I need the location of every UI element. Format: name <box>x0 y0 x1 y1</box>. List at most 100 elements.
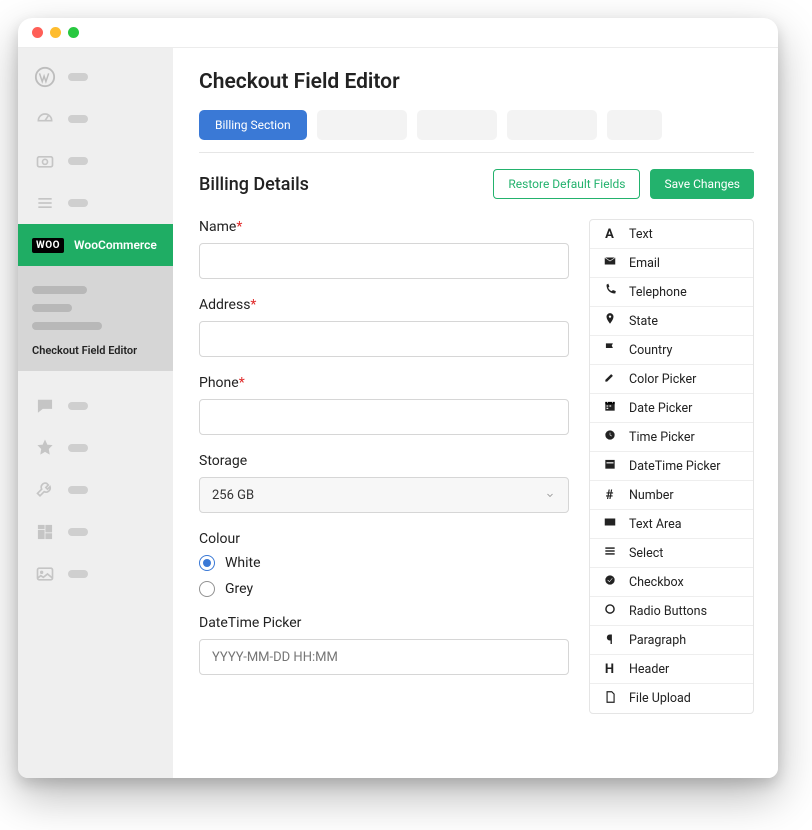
pin-icon <box>602 312 617 330</box>
sidebar-item-comments[interactable] <box>18 385 173 427</box>
field-address: Address* <box>199 297 569 357</box>
tab-placeholder[interactable] <box>317 110 407 140</box>
type-telephone[interactable]: Telephone <box>590 278 753 307</box>
submenu-item-checkout-field-editor[interactable]: Checkout Field Editor <box>32 344 159 357</box>
sidebar-item-placeholder <box>68 486 88 494</box>
woo-logo-icon: WOO <box>32 238 64 253</box>
phone-label: Phone* <box>199 375 569 391</box>
field-storage: Storage 256 GB <box>199 453 569 513</box>
tab-placeholder[interactable] <box>607 110 662 140</box>
app-window: WOO WooCommerce Checkout Field Editor <box>18 18 778 778</box>
section-header: Billing Details Restore Default Fields S… <box>199 169 754 199</box>
type-paragraph[interactable]: ¶Paragraph <box>590 626 753 655</box>
name-label: Name* <box>199 219 569 235</box>
star-icon <box>32 435 58 461</box>
type-date-picker[interactable]: Date Picker <box>590 394 753 423</box>
field-phone: Phone* <box>199 375 569 435</box>
comment-icon <box>32 393 58 419</box>
image-icon <box>32 561 58 587</box>
minimize-window-icon[interactable] <box>50 27 61 38</box>
address-input[interactable] <box>199 321 569 357</box>
sidebar-item-media[interactable] <box>18 140 173 182</box>
radio-option-grey[interactable]: Grey <box>199 581 569 597</box>
tab-billing-section[interactable]: Billing Section <box>199 110 307 140</box>
flag-icon <box>602 341 617 359</box>
sidebar-submenu: Checkout Field Editor <box>18 266 173 371</box>
field-colour: Colour White Grey <box>199 531 569 597</box>
tabs: Billing Section <box>199 110 754 153</box>
type-radio-buttons[interactable]: Radio Buttons <box>590 597 753 626</box>
text-icon: A <box>602 227 617 242</box>
type-datetime-picker[interactable]: DateTime Picker <box>590 452 753 481</box>
type-select[interactable]: Select <box>590 539 753 568</box>
type-checkbox[interactable]: Checkbox <box>590 568 753 597</box>
sidebar-item-grid[interactable] <box>18 511 173 553</box>
submenu-item-placeholder[interactable] <box>32 322 102 330</box>
type-number[interactable]: #Number <box>590 481 753 510</box>
phone-icon <box>602 283 617 301</box>
sidebar-item-star[interactable] <box>18 427 173 469</box>
clock-icon <box>602 428 617 446</box>
datetime-label: DateTime Picker <box>199 615 569 631</box>
save-changes-button[interactable]: Save Changes <box>650 169 754 199</box>
storage-select[interactable]: 256 GB <box>199 477 569 513</box>
sidebar-item-placeholder <box>68 444 88 452</box>
type-file-upload[interactable]: File Upload <box>590 684 753 713</box>
sidebar-item-gauge[interactable] <box>18 98 173 140</box>
paragraph-icon: ¶ <box>602 633 617 648</box>
gauge-icon <box>32 106 58 132</box>
type-text[interactable]: AText <box>590 220 753 249</box>
close-window-icon[interactable] <box>32 27 43 38</box>
type-color-picker[interactable]: Color Picker <box>590 365 753 394</box>
submenu-item-placeholder[interactable] <box>32 304 72 312</box>
radio-grey-label: Grey <box>225 581 253 597</box>
tab-placeholder[interactable] <box>417 110 497 140</box>
sidebar-item-placeholder <box>68 157 88 165</box>
radio-white-label: White <box>225 555 261 571</box>
file-icon <box>602 690 617 708</box>
radio-icon <box>602 602 617 620</box>
sidebar-item-woocommerce[interactable]: WOO WooCommerce <box>18 224 173 266</box>
calendar-clock-icon <box>602 457 617 475</box>
restore-default-button[interactable]: Restore Default Fields <box>493 169 640 199</box>
phone-input[interactable] <box>199 399 569 435</box>
page-title: Checkout Field Editor <box>199 70 754 94</box>
mail-icon <box>602 254 617 272</box>
form-area: Name* Address* Phone* Storage 25 <box>199 219 754 714</box>
sidebar-item-placeholder <box>68 570 88 578</box>
textarea-icon <box>602 515 617 533</box>
datetime-input[interactable] <box>199 639 569 675</box>
sidebar-item-menu[interactable] <box>18 182 173 224</box>
sidebar-item-dashboard[interactable] <box>18 56 173 98</box>
type-email[interactable]: Email <box>590 249 753 278</box>
wrench-icon <box>32 477 58 503</box>
sidebar-item-placeholder <box>68 73 88 81</box>
radio-white-input[interactable] <box>199 555 215 571</box>
name-input[interactable] <box>199 243 569 279</box>
type-country[interactable]: Country <box>590 336 753 365</box>
type-time-picker[interactable]: Time Picker <box>590 423 753 452</box>
form-fields: Name* Address* Phone* Storage 25 <box>199 219 569 714</box>
maximize-window-icon[interactable] <box>68 27 79 38</box>
colour-label: Colour <box>199 531 569 547</box>
sidebar-item-image[interactable] <box>18 553 173 595</box>
type-state[interactable]: State <box>590 307 753 336</box>
main-content: Checkout Field Editor Billing Section Bi… <box>173 48 778 778</box>
section-title: Billing Details <box>199 174 309 195</box>
content-wrapper: WOO WooCommerce Checkout Field Editor <box>18 48 778 778</box>
wordpress-icon <box>32 64 58 90</box>
submenu-item-placeholder[interactable] <box>32 286 87 294</box>
sidebar-item-tools[interactable] <box>18 469 173 511</box>
pencil-icon <box>602 370 617 388</box>
type-text-area[interactable]: Text Area <box>590 510 753 539</box>
field-name: Name* <box>199 219 569 279</box>
tab-placeholder[interactable] <box>507 110 597 140</box>
window-titlebar <box>18 18 778 48</box>
admin-sidebar: WOO WooCommerce Checkout Field Editor <box>18 48 173 778</box>
radio-option-white[interactable]: White <box>199 555 569 571</box>
type-header[interactable]: HHeader <box>590 655 753 684</box>
radio-grey-input[interactable] <box>199 581 215 597</box>
chevron-down-icon <box>544 489 556 501</box>
sidebar-item-placeholder <box>68 402 88 410</box>
field-datetime: DateTime Picker <box>199 615 569 675</box>
